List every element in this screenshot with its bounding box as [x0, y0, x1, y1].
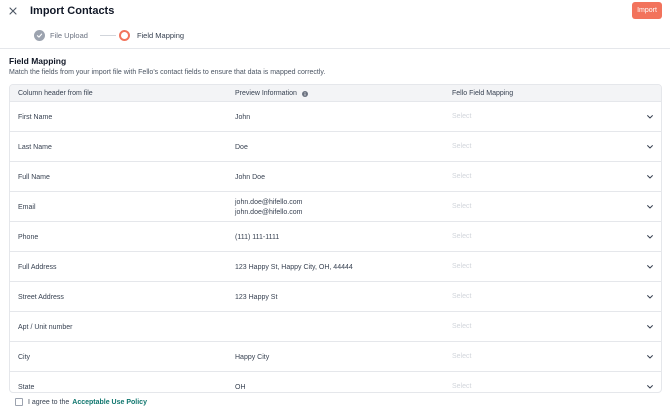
table-row: Phone (111) 111-1111 Select — [10, 222, 661, 252]
info-icon[interactable] — [301, 90, 308, 97]
field-mapping-table: Column header from file Preview Informat… — [9, 84, 662, 393]
chevron-down-icon[interactable] — [646, 173, 653, 180]
table-row: Apt / Unit number Select — [10, 312, 661, 342]
agreement: I agree to the Acceptable Use Policy — [15, 398, 147, 406]
chevron-down-icon[interactable] — [646, 203, 653, 210]
header-divider — [0, 48, 670, 49]
table-row: First Name John Select — [10, 102, 661, 132]
chevron-down-icon[interactable] — [646, 383, 653, 390]
column-header-fello-mapping: Fello Field Mapping — [452, 89, 513, 98]
chevron-down-icon[interactable] — [646, 323, 653, 330]
preview-value: OH — [235, 384, 246, 391]
header-label: Preview Information — [235, 90, 297, 97]
table-row: State OH Select — [10, 372, 661, 392]
file-column-name: Email — [18, 204, 36, 211]
step-field-mapping: Field Mapping — [136, 30, 185, 40]
table-row: Email john.doe@hifello.com john.doe@hifell… — [10, 192, 661, 222]
preview-value: John — [235, 114, 251, 121]
table-row: Street Address 123 Happy St Select — [10, 282, 661, 312]
check-circle-icon — [34, 29, 45, 41]
field-mapping-select[interactable]: Select — [452, 112, 471, 121]
table-row: City Happy City Select — [10, 342, 661, 372]
page-title: Import Contacts — [30, 5, 115, 17]
field-mapping-select[interactable]: Select — [452, 322, 471, 331]
preview-value: (111) 111-1111 — [235, 234, 280, 241]
chevron-down-icon[interactable] — [646, 263, 653, 270]
table-header: Column header from file Preview Informat… — [10, 85, 661, 102]
section-title: Field Mapping — [9, 56, 67, 66]
chevron-down-icon[interactable] — [646, 233, 653, 240]
preview-value: john.doe@hifello.com — [235, 199, 303, 206]
chevron-down-icon[interactable] — [646, 353, 653, 360]
preview-value: John Doe — [235, 174, 265, 181]
field-mapping-select[interactable]: Select — [452, 382, 471, 391]
field-mapping-select[interactable]: Select — [452, 262, 471, 271]
preview-value: john.doe@hifello.com — [235, 209, 303, 216]
preview-value: Doe — [235, 144, 248, 151]
chevron-down-icon[interactable] — [646, 113, 653, 120]
close-icon[interactable] — [7, 5, 19, 17]
section-description: Match the fields from your import file w… — [9, 69, 326, 76]
field-mapping-select[interactable]: Select — [452, 232, 471, 241]
chevron-down-icon[interactable] — [646, 143, 653, 150]
import-button[interactable]: Import — [632, 2, 662, 19]
column-header-file-column: Column header from file — [18, 89, 93, 98]
stepper: File Upload Field Mapping — [34, 29, 184, 41]
file-column-name: Last Name — [18, 144, 52, 151]
table-body: First Name John Select Last Name Doe Select Fu… — [10, 102, 661, 392]
field-mapping-select[interactable]: Select — [452, 142, 471, 151]
file-column-name: Phone — [18, 234, 39, 241]
file-column-name: Full Name — [18, 174, 50, 181]
agree-checkbox[interactable] — [15, 398, 23, 406]
preview-value: Happy City — [235, 354, 270, 361]
field-mapping-select[interactable]: Select — [452, 352, 471, 361]
table-row: Last Name Doe Select — [10, 132, 661, 162]
file-column-name: State — [18, 384, 35, 391]
field-mapping-select[interactable]: Select — [452, 202, 471, 211]
file-column-name: Apt / Unit number — [18, 324, 73, 331]
current-step-circle-icon — [118, 29, 130, 41]
file-column-name: First Name — [18, 114, 53, 121]
field-mapping-select[interactable]: Select — [452, 172, 471, 181]
file-column-name: Full Address — [18, 264, 57, 271]
header-label: Fello Field Mapping — [452, 90, 514, 97]
header-label: Column header from file — [18, 90, 93, 97]
file-column-name: City — [18, 354, 31, 361]
step-connector — [99, 34, 116, 36]
preview-value: 123 Happy St — [235, 294, 278, 301]
agreement-text: I agree to the — [28, 398, 70, 406]
file-column-name: Street Address — [18, 294, 64, 301]
step-file-upload: File Upload — [50, 30, 88, 40]
acceptable-use-policy-link[interactable]: Acceptable Use Policy — [72, 399, 147, 406]
preview-value: 123 Happy St, Happy City, OH, 44444 — [235, 264, 353, 271]
top-bar: Import Contacts Import File Upload Field… — [0, 0, 670, 49]
field-mapping-select[interactable]: Select — [452, 292, 471, 301]
column-header-preview: Preview Information — [235, 89, 308, 98]
table-row: Full Address 123 Happy St, Happy City, OH… — [10, 252, 661, 282]
table-row: Full Name John Doe Select — [10, 162, 661, 192]
chevron-down-icon[interactable] — [646, 293, 653, 300]
